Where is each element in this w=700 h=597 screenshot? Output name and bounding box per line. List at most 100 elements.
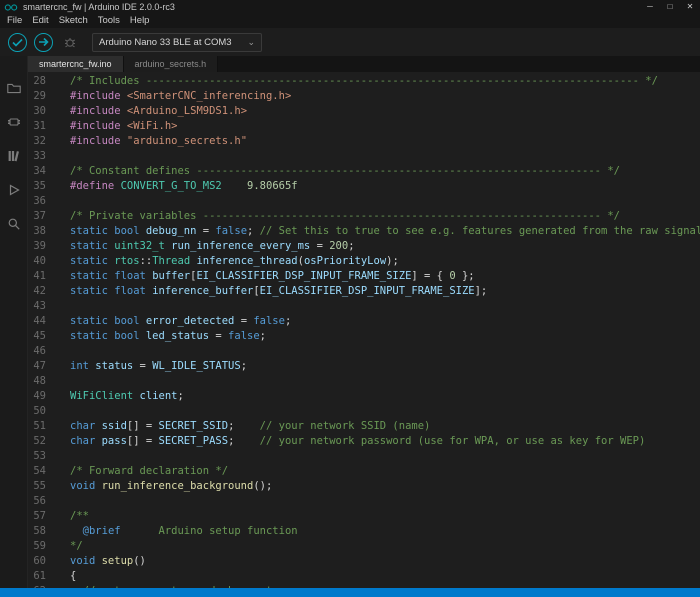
code-token: WiFiClient xyxy=(70,390,133,402)
code-line: 48 xyxy=(28,374,700,389)
code-text: /* Forward declaration */ xyxy=(70,464,228,479)
menu-file[interactable]: File xyxy=(2,14,27,28)
search-icon[interactable] xyxy=(6,216,22,232)
code-text: #include "arduino_secrets.h" xyxy=(70,134,247,149)
tab-smartercnc-fw-ino[interactable]: smartercnc_fw.ino xyxy=(28,56,124,72)
code-token: = xyxy=(310,240,329,252)
code-token: run_inference_background xyxy=(102,480,254,492)
code-line: 30#include <Arduino_LSM9DS1.h> xyxy=(28,104,700,119)
code-text: #define CONVERT_G_TO_MS2 9.80665f xyxy=(70,179,298,194)
upload-button[interactable] xyxy=(34,33,53,52)
code-token: /* Private variables -------------------… xyxy=(70,210,620,222)
code-text: char ssid[] = SECRET_SSID; // your netwo… xyxy=(70,419,430,434)
code-token: error_detected xyxy=(146,315,235,327)
line-number: 55 xyxy=(28,479,46,494)
code-token: debug_nn xyxy=(146,225,197,237)
code-token: false xyxy=(253,315,285,327)
code-line: 38static bool debug_nn = false; // Set t… xyxy=(28,224,700,239)
code-token: (); xyxy=(253,480,272,492)
sketchbook-folder-icon[interactable] xyxy=(6,80,22,96)
line-number: 46 xyxy=(28,344,46,359)
code-token: led_status xyxy=(146,330,209,342)
code-line: 61{ xyxy=(28,569,700,584)
menu-tools[interactable]: Tools xyxy=(93,14,125,28)
code-token: () xyxy=(133,555,146,567)
code-token: ] = { xyxy=(411,270,449,282)
code-text: #include <Arduino_LSM9DS1.h> xyxy=(70,104,247,119)
code-text: /* Private variables -------------------… xyxy=(70,209,620,224)
code-token: ]; xyxy=(475,285,488,297)
code-token: status xyxy=(95,360,133,372)
menu-edit[interactable]: Edit xyxy=(27,14,53,28)
board-selector-label: Arduino Nano 33 BLE at COM3 xyxy=(99,37,232,48)
code-token: #define xyxy=(70,180,121,192)
line-number: 54 xyxy=(28,464,46,479)
code-token: @brief xyxy=(83,525,121,537)
code-text: */ xyxy=(70,539,83,554)
line-number: 57 xyxy=(28,509,46,524)
code-token: /* Includes ----------------------------… xyxy=(70,75,658,87)
code-line: 58 @brief Arduino setup function xyxy=(28,524,700,539)
library-manager-icon[interactable] xyxy=(6,148,22,164)
code-line: 36 xyxy=(28,194,700,209)
activity-bar xyxy=(0,56,28,597)
close-button[interactable]: ✕ xyxy=(680,0,700,14)
tab-bar: smartercnc_fw.ino arduino_secrets.h xyxy=(28,56,700,72)
line-number: 61 xyxy=(28,569,46,584)
code-token: // your network password (use for WPA, o… xyxy=(260,435,646,447)
code-editor[interactable]: 28 /* Includes --------------------------… xyxy=(28,72,700,597)
code-token: uint32_t xyxy=(114,240,165,252)
code-token: <WiFi.h> xyxy=(127,120,178,132)
code-token: ; xyxy=(247,225,260,237)
code-line: 37/* Private variables -----------------… xyxy=(28,209,700,224)
code-token xyxy=(222,180,247,192)
main-content: smartercnc_fw.ino arduino_secrets.h 28 /*… xyxy=(0,56,700,597)
menu-help[interactable]: Help xyxy=(125,14,155,28)
line-number: 59 xyxy=(28,539,46,554)
debugger-icon[interactable] xyxy=(6,182,22,198)
code-line: 59 */ xyxy=(28,539,700,554)
code-line: 50 xyxy=(28,404,700,419)
maximize-button[interactable]: □ xyxy=(660,0,680,14)
code-token: char xyxy=(70,435,102,447)
line-number: 38 xyxy=(28,224,46,239)
code-text: static float buffer[EI_CLASSIFIER_DSP_IN… xyxy=(70,269,475,284)
tab-arduino-secrets-h[interactable]: arduino_secrets.h xyxy=(124,56,219,72)
code-token: SECRET_SSID xyxy=(159,420,229,432)
code-text: /** xyxy=(70,509,89,524)
board-selector-dropdown[interactable]: Arduino Nano 33 BLE at COM3 ⌄ xyxy=(92,33,262,52)
code-token: ; xyxy=(228,435,260,447)
code-line: 45 static bool led_status = false; xyxy=(28,329,700,344)
code-token: /* Constant defines --------------------… xyxy=(70,165,620,177)
minimize-button[interactable]: ─ xyxy=(640,0,660,14)
status-bar xyxy=(0,588,700,597)
code-text: static bool led_status = false; xyxy=(70,329,266,344)
code-token xyxy=(70,525,83,537)
code-token: #include xyxy=(70,120,127,132)
code-token: #include xyxy=(70,90,127,102)
line-number: 48 xyxy=(28,374,46,389)
line-number: 45 xyxy=(28,329,46,344)
line-number: 39 xyxy=(28,239,46,254)
line-number: 29 xyxy=(28,89,46,104)
code-token: run_inference_every_ms xyxy=(171,240,310,252)
code-token: inference_thread xyxy=(196,255,297,267)
verify-button[interactable] xyxy=(8,33,27,52)
code-token: ; xyxy=(177,390,183,402)
code-token: "arduino_secrets.h" xyxy=(127,135,247,147)
code-token: ; xyxy=(260,330,266,342)
code-token: false xyxy=(215,225,247,237)
line-number: 41 xyxy=(28,269,46,284)
boards-manager-icon[interactable] xyxy=(6,114,22,130)
code-token: ; xyxy=(348,240,354,252)
debug-button[interactable] xyxy=(60,32,80,52)
code-token: ssid xyxy=(102,420,127,432)
line-number: 28 xyxy=(28,74,46,89)
code-area: 28 /* Includes --------------------------… xyxy=(28,74,700,597)
menu-sketch[interactable]: Sketch xyxy=(54,14,93,28)
code-token: = xyxy=(209,330,228,342)
line-number: 58 xyxy=(28,524,46,539)
line-number: 51 xyxy=(28,419,46,434)
code-token: EI_CLASSIFIER_DSP_INPUT_FRAME_SIZE xyxy=(260,285,475,297)
code-line: 29#include <SmarterCNC_inferencing.h> xyxy=(28,89,700,104)
